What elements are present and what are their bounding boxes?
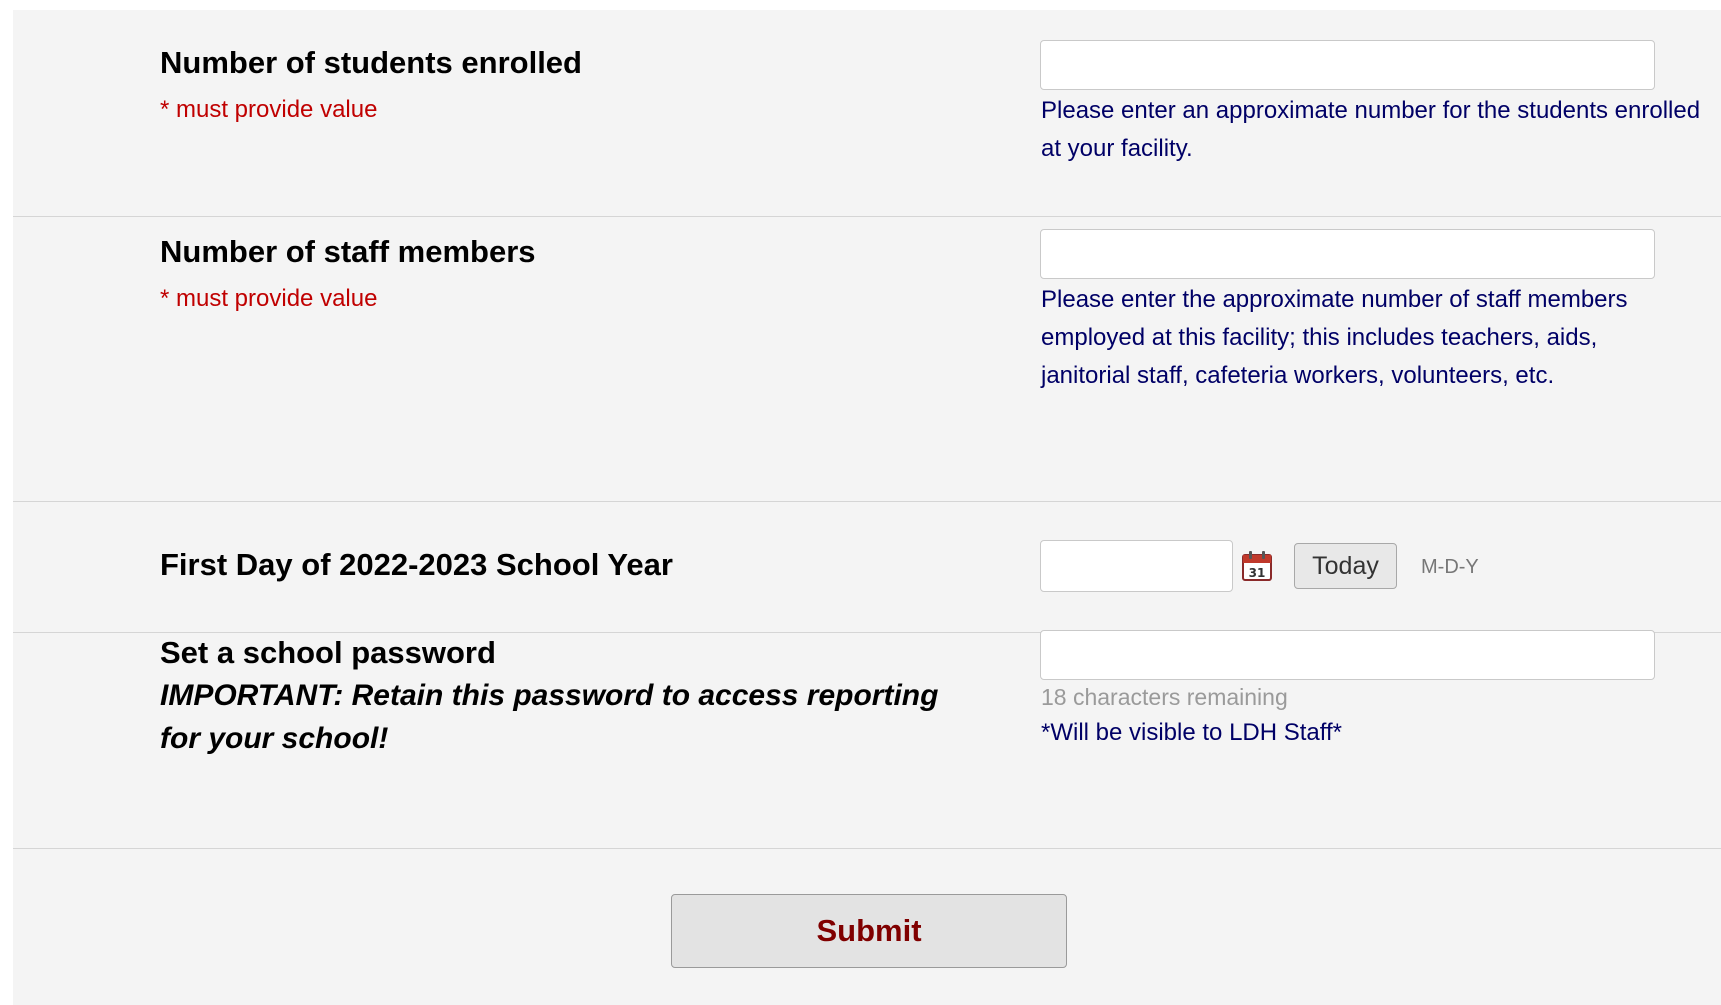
character-counter: 18 characters remaining <box>1041 684 1288 710</box>
school-password-input[interactable] <box>1040 630 1655 680</box>
survey-form: Number of students enrolled * must provi… <box>13 10 1721 1005</box>
today-button[interactable]: Today <box>1294 543 1397 589</box>
date-format-hint: M-D-Y <box>1421 556 1479 578</box>
staff-members-input[interactable] <box>1040 229 1655 279</box>
students-enrolled-label: Number of students enrolled <box>160 45 582 80</box>
first-day-label: First Day of 2022-2023 School Year <box>160 547 673 582</box>
staff-members-label: Number of staff members <box>160 234 536 269</box>
staff-members-help: Please enter the approximate number of s… <box>1041 286 1628 389</box>
visibility-note: *Will be visible to LDH Staff* <box>1041 719 1343 746</box>
staff-members-row: Number of staff members * must provide v… <box>13 217 1721 502</box>
students-enrolled-row: Number of students enrolled * must provi… <box>13 10 1721 217</box>
school-password-row: Set a school password IMPORTANT: Retain … <box>13 630 1721 849</box>
school-password-title: Set a school password <box>160 635 496 670</box>
students-enrolled-input[interactable] <box>1040 40 1655 90</box>
submit-button[interactable]: Submit <box>671 894 1067 968</box>
school-password-label: Set a school password IMPORTANT: Retain … <box>160 632 960 760</box>
first-day-date-input[interactable] <box>1040 540 1233 592</box>
calendar-icon[interactable]: 31 <box>1241 550 1273 582</box>
required-indicator: * must provide value <box>160 285 378 312</box>
svg-text:31: 31 <box>1249 566 1266 580</box>
password-important-note: IMPORTANT: Retain this password to acces… <box>160 679 939 755</box>
first-day-row: First Day of 2022-2023 School Year 31 To… <box>13 502 1721 633</box>
students-enrolled-help: Please enter an approximate number for t… <box>1041 97 1701 162</box>
required-indicator: * must provide value <box>160 96 378 123</box>
